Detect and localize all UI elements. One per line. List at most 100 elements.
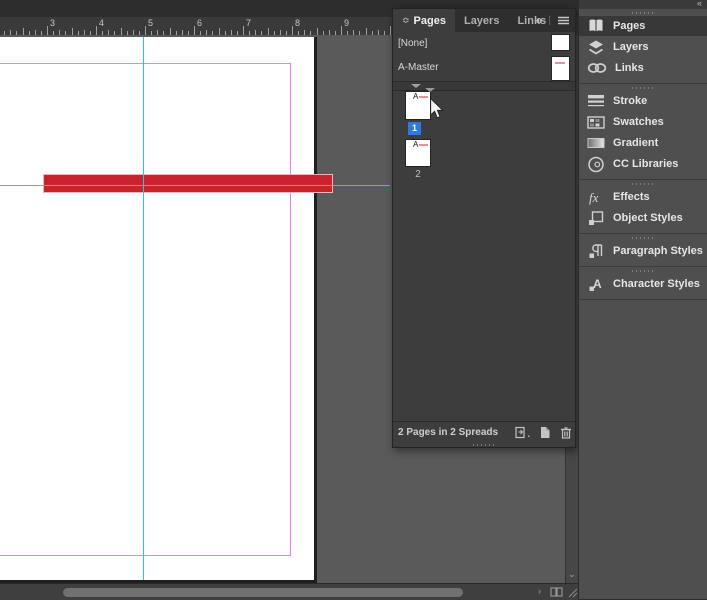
dock-item-stroke[interactable]: Stroke xyxy=(579,91,707,111)
dock-item-character-styles[interactable]: A Character Styles xyxy=(579,274,707,294)
tabbar-divider: | xyxy=(548,15,551,26)
panel-tab-bar: ≎ Pages Layers Links » | xyxy=(393,9,575,32)
page-2-thumbnail[interactable]: A xyxy=(406,140,430,166)
ruler-tick xyxy=(121,28,122,35)
dock-item-pages[interactable]: Pages xyxy=(579,16,707,36)
dock-header: « xyxy=(579,0,707,9)
ruler-tick xyxy=(72,28,73,35)
horizontal-ruler-guide[interactable] xyxy=(0,185,390,186)
ruler-tick xyxy=(341,26,342,35)
page-2-thumb-content xyxy=(419,144,428,146)
dock-group-handle[interactable] xyxy=(579,268,707,273)
page-spread[interactable] xyxy=(0,37,317,583)
ruler-label: 6 xyxy=(197,18,202,28)
scroll-right-arrow-icon[interactable]: › xyxy=(538,586,541,596)
masters-section: [None] A-Master xyxy=(393,32,575,81)
layers-icon xyxy=(587,38,605,56)
spread-view-icon[interactable] xyxy=(550,586,564,598)
panel-menu-icon[interactable] xyxy=(557,16,570,25)
a-master-thumbnail[interactable] xyxy=(552,57,569,80)
effects-icon: fx xyxy=(587,188,605,206)
ruler-label: 7 xyxy=(246,18,251,28)
margin-guide-top xyxy=(0,63,290,64)
dock-group-2: Stroke Swatches xyxy=(579,84,707,180)
page-1-number-badge[interactable]: 1 xyxy=(408,122,421,135)
tab-layers[interactable]: Layers xyxy=(455,9,508,32)
dock-item-layers-label: Layers xyxy=(613,41,648,53)
dock-group-handle[interactable] xyxy=(579,181,707,186)
panel-dock: « Pages Layers xyxy=(578,0,707,599)
spread-indicator-icon xyxy=(425,88,435,92)
dock-item-pages-label: Pages xyxy=(613,20,645,32)
cc-libraries-icon xyxy=(587,155,605,173)
horizontal-scrollbar-thumb[interactable] xyxy=(63,588,463,597)
ruler-tick xyxy=(47,26,48,35)
delete-page-button[interactable] xyxy=(560,426,572,439)
new-page-button[interactable] xyxy=(539,426,551,439)
mouse-cursor xyxy=(429,98,444,119)
dock-group-handle[interactable] xyxy=(579,10,707,15)
ruler-tick xyxy=(292,26,293,35)
ruler-tick xyxy=(194,26,195,35)
panel-resize-handle[interactable] xyxy=(393,442,575,447)
dock-item-stroke-label: Stroke xyxy=(613,95,647,107)
tab-pages[interactable]: ≎ Pages xyxy=(393,9,455,32)
a-master-label: A-Master xyxy=(398,62,439,73)
page-2-number-label: 2 xyxy=(406,169,430,180)
links-icon xyxy=(587,59,607,77)
ruler-tick xyxy=(268,28,269,35)
pages-section: A 1 A 2 xyxy=(393,91,575,426)
masters-pages-splitter[interactable] xyxy=(393,81,575,91)
dock-item-links[interactable]: Links xyxy=(579,58,707,78)
svg-text:A: A xyxy=(593,277,602,291)
dock-item-effects[interactable]: fx Effects xyxy=(579,187,707,207)
collapse-panel-icon[interactable]: » xyxy=(536,15,542,27)
pages-panel: ≎ Pages Layers Links » | [None] A-Master xyxy=(392,8,576,448)
gradient-icon xyxy=(587,134,605,152)
paragraph-styles-icon xyxy=(587,242,605,260)
window-resize-grip[interactable] xyxy=(566,586,578,598)
red-rectangle-object[interactable] xyxy=(43,174,333,193)
dock-item-object-styles[interactable]: Object Styles xyxy=(579,208,707,228)
ruler-tick xyxy=(23,28,24,35)
horizontal-scrollbar[interactable]: › xyxy=(0,583,578,600)
ruler-tick xyxy=(96,26,97,35)
scroll-down-arrow-icon[interactable]: ⌄ xyxy=(568,569,576,580)
dock-item-object-styles-label: Object Styles xyxy=(613,212,683,224)
page-1-thumbnail[interactable]: A xyxy=(406,92,430,119)
dock-item-layers[interactable]: Layers xyxy=(579,37,707,57)
dock-item-cc-libraries[interactable]: CC Libraries xyxy=(579,154,707,174)
page-1-master-letter: A xyxy=(413,93,418,101)
master-none-thumbnail[interactable] xyxy=(552,35,569,50)
ruler-tick xyxy=(219,28,220,35)
ruler-tick xyxy=(366,28,367,35)
dock-group-handle[interactable] xyxy=(579,85,707,90)
dock-item-paragraph-styles[interactable]: Paragraph Styles xyxy=(579,241,707,261)
edit-page-size-dot: . xyxy=(527,429,530,439)
ruler-label: 5 xyxy=(148,18,153,28)
dock-item-swatches[interactable]: Swatches xyxy=(579,112,707,132)
dock-item-gradient[interactable]: Gradient xyxy=(579,133,707,153)
margin-guide-right xyxy=(290,63,291,556)
pages-icon xyxy=(587,17,605,35)
ruler-tick xyxy=(145,26,146,35)
dock-group-handle[interactable] xyxy=(579,235,707,240)
tab-pages-label: Pages xyxy=(414,15,446,27)
vertical-ruler-guide[interactable] xyxy=(143,37,144,580)
splitter-arrow-icon xyxy=(411,84,421,88)
edit-page-size-button[interactable]: . xyxy=(514,426,530,439)
ruler-tick xyxy=(243,26,244,35)
dock-group-4: Paragraph Styles xyxy=(579,234,707,267)
swatches-icon xyxy=(587,113,605,131)
dock-item-swatches-label: Swatches xyxy=(613,116,664,128)
dock-group-1: Pages Layers Links xyxy=(579,9,707,84)
dock-item-gradient-label: Gradient xyxy=(613,137,658,149)
pages-count-status: 2 Pages in 2 Spreads xyxy=(398,427,498,438)
ruler-tick xyxy=(317,28,318,35)
dock-item-effects-label: Effects xyxy=(613,191,650,203)
page-2-master-letter: A xyxy=(413,141,418,149)
dock-item-cc-libraries-label: CC Libraries xyxy=(613,158,678,170)
dock-collapse-icon[interactable]: « xyxy=(697,0,702,8)
dock-item-character-styles-label: Character Styles xyxy=(613,278,700,290)
dock-item-paragraph-styles-label: Paragraph Styles xyxy=(613,245,703,257)
